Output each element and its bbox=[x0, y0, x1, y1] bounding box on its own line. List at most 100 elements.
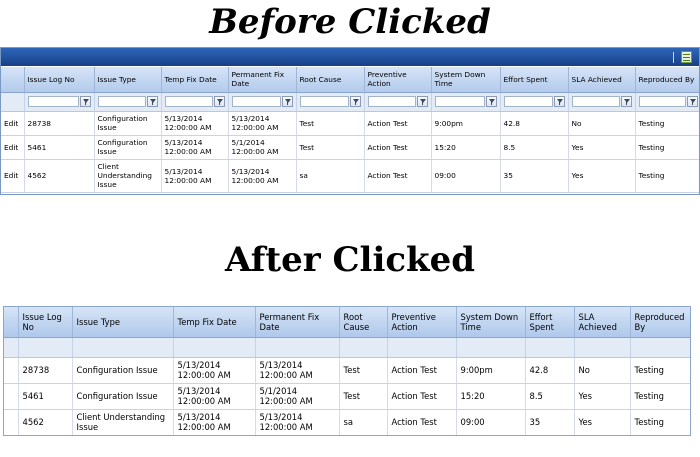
cell-temp-fix-date: 5/13/2014 12:00:00 AM bbox=[173, 409, 256, 435]
filter-effort-spent bbox=[500, 92, 569, 112]
column-header-preventive-action[interactable]: Preventive Action bbox=[387, 307, 457, 338]
cell-permanent-fix-date: 5/13/2014 12:00:00 AM bbox=[255, 409, 340, 435]
cell-effort-spent: 42.8 bbox=[525, 357, 575, 384]
row-selector[interactable] bbox=[4, 409, 19, 435]
filter-cell bbox=[72, 337, 174, 358]
cell-issue-log-no: 28738 bbox=[18, 357, 73, 384]
cell-root-cause: Test bbox=[296, 111, 365, 136]
filter-icon[interactable] bbox=[146, 96, 158, 107]
filter-icon[interactable] bbox=[416, 96, 428, 107]
cell-root-cause: sa bbox=[339, 409, 388, 435]
cell-reproduced-by: Testing bbox=[635, 135, 699, 160]
cell-preventive-action: Action Test bbox=[364, 111, 432, 136]
column-header-issue-type[interactable]: Issue Type bbox=[94, 67, 162, 93]
filter-input[interactable] bbox=[231, 96, 281, 107]
cell-issue-type: Client Understanding Issue bbox=[94, 159, 162, 193]
filter-input[interactable] bbox=[434, 96, 485, 107]
grid-settings-icon[interactable] bbox=[681, 51, 692, 63]
cell-system-down-time: 9:00pm bbox=[456, 357, 526, 384]
filter-reproduced-by bbox=[635, 92, 699, 112]
edit-link[interactable]: Edit bbox=[1, 135, 25, 160]
filter-input[interactable] bbox=[97, 96, 146, 107]
filter-icon[interactable] bbox=[485, 96, 497, 107]
column-header-sla-achieved[interactable]: SLA Achieved bbox=[574, 307, 631, 338]
column-header-row-selector bbox=[4, 307, 19, 338]
column-header-reproduced-by[interactable]: Reproduced By bbox=[635, 67, 699, 93]
cell-issue-type: Configuration Issue bbox=[72, 357, 174, 384]
column-header-effort-spent[interactable]: Effort Spent bbox=[500, 67, 569, 93]
cell-permanent-fix-date: 5/1/2014 12:00:00 AM bbox=[255, 383, 340, 410]
table-row[interactable]: Edit 4562 Client Understanding Issue 5/1… bbox=[1, 159, 699, 193]
cell-sla-achieved: Yes bbox=[574, 383, 631, 410]
cell-reproduced-by: Testing bbox=[635, 159, 699, 193]
column-header-preventive-action[interactable]: Preventive Action bbox=[364, 67, 432, 93]
filter-icon[interactable] bbox=[349, 96, 361, 107]
table-row[interactable]: Edit 28738 Configuration Issue 5/13/2014… bbox=[1, 111, 699, 136]
column-header-temp-fix-date[interactable]: Temp Fix Date bbox=[173, 307, 256, 338]
column-header-system-down-time[interactable]: System Down Time bbox=[431, 67, 501, 93]
filter-icon[interactable] bbox=[620, 96, 632, 107]
header-row: Issue Log No Issue Type Temp Fix Date Pe… bbox=[1, 67, 699, 93]
filter-row bbox=[1, 92, 699, 112]
table-row[interactable]: 5461 Configuration Issue 5/13/2014 12:00… bbox=[4, 383, 690, 410]
cell-issue-type: Configuration Issue bbox=[94, 135, 162, 160]
cell-temp-fix-date: 5/13/2014 12:00:00 AM bbox=[161, 159, 229, 193]
grid-after: Issue Log No Issue Type Temp Fix Date Pe… bbox=[3, 306, 691, 436]
edit-link[interactable]: Edit bbox=[1, 159, 25, 193]
column-header-temp-fix-date[interactable]: Temp Fix Date bbox=[161, 67, 229, 93]
cell-sla-achieved: Yes bbox=[574, 409, 631, 435]
filter-icon[interactable] bbox=[213, 96, 225, 107]
cell-effort-spent: 35 bbox=[500, 159, 569, 193]
column-header-permanent-fix-date[interactable]: Permanent Fix Date bbox=[255, 307, 340, 338]
filter-cell bbox=[525, 337, 575, 358]
filter-icon[interactable] bbox=[553, 96, 565, 107]
filter-cell bbox=[173, 337, 256, 358]
column-header-issue-log-no[interactable]: Issue Log No bbox=[18, 307, 73, 338]
column-header-edit bbox=[1, 67, 25, 93]
filter-icon[interactable] bbox=[686, 96, 698, 107]
column-header-sla-achieved[interactable]: SLA Achieved bbox=[568, 67, 636, 93]
header-row: Issue Log No Issue Type Temp Fix Date Pe… bbox=[4, 307, 690, 338]
cell-sla-achieved: Yes bbox=[568, 159, 636, 193]
toolbar-separator bbox=[673, 52, 674, 63]
cell-system-down-time: 09:00 bbox=[431, 159, 501, 193]
row-selector[interactable] bbox=[4, 357, 19, 384]
filter-input[interactable] bbox=[571, 96, 620, 107]
edit-link[interactable]: Edit bbox=[1, 111, 25, 136]
filter-icon[interactable] bbox=[79, 96, 91, 107]
cell-root-cause: sa bbox=[296, 159, 365, 193]
filter-icon[interactable] bbox=[281, 96, 293, 107]
column-header-system-down-time[interactable]: System Down Time bbox=[456, 307, 526, 338]
filter-permanent-fix-date bbox=[228, 92, 297, 112]
filter-input[interactable] bbox=[164, 96, 213, 107]
column-header-root-cause[interactable]: Root Cause bbox=[296, 67, 365, 93]
cell-effort-spent: 8.5 bbox=[525, 383, 575, 410]
cell-preventive-action: Action Test bbox=[387, 357, 457, 384]
filter-cell bbox=[339, 337, 388, 358]
cell-permanent-fix-date: 5/13/2014 12:00:00 AM bbox=[255, 357, 340, 384]
filter-input[interactable] bbox=[367, 96, 416, 107]
column-header-root-cause[interactable]: Root Cause bbox=[339, 307, 388, 338]
filter-temp-fix-date bbox=[161, 92, 229, 112]
table-row[interactable]: 28738 Configuration Issue 5/13/2014 12:0… bbox=[4, 357, 690, 384]
table-row[interactable]: 4562 Client Understanding Issue 5/13/201… bbox=[4, 409, 690, 435]
cell-preventive-action: Action Test bbox=[364, 135, 432, 160]
cell-system-down-time: 15:20 bbox=[431, 135, 501, 160]
column-header-effort-spent[interactable]: Effort Spent bbox=[525, 307, 575, 338]
cell-reproduced-by: Testing bbox=[630, 357, 690, 384]
column-header-reproduced-by[interactable]: Reproduced By bbox=[630, 307, 690, 338]
table-row[interactable]: Edit 5461 Configuration Issue 5/13/2014 … bbox=[1, 135, 699, 160]
column-header-issue-type[interactable]: Issue Type bbox=[72, 307, 174, 338]
filter-input[interactable] bbox=[638, 96, 686, 107]
filter-input[interactable] bbox=[299, 96, 349, 107]
filter-input[interactable] bbox=[503, 96, 553, 107]
column-header-issue-log-no[interactable]: Issue Log No bbox=[24, 67, 95, 93]
column-header-permanent-fix-date[interactable]: Permanent Fix Date bbox=[228, 67, 297, 93]
cell-issue-log-no: 5461 bbox=[18, 383, 73, 410]
filter-cell bbox=[4, 337, 19, 358]
row-selector[interactable] bbox=[4, 383, 19, 410]
filter-input[interactable] bbox=[27, 96, 79, 107]
cell-issue-log-no: 5461 bbox=[24, 135, 95, 160]
after-clicked-heading: After Clicked bbox=[224, 240, 476, 280]
filter-cell bbox=[387, 337, 457, 358]
